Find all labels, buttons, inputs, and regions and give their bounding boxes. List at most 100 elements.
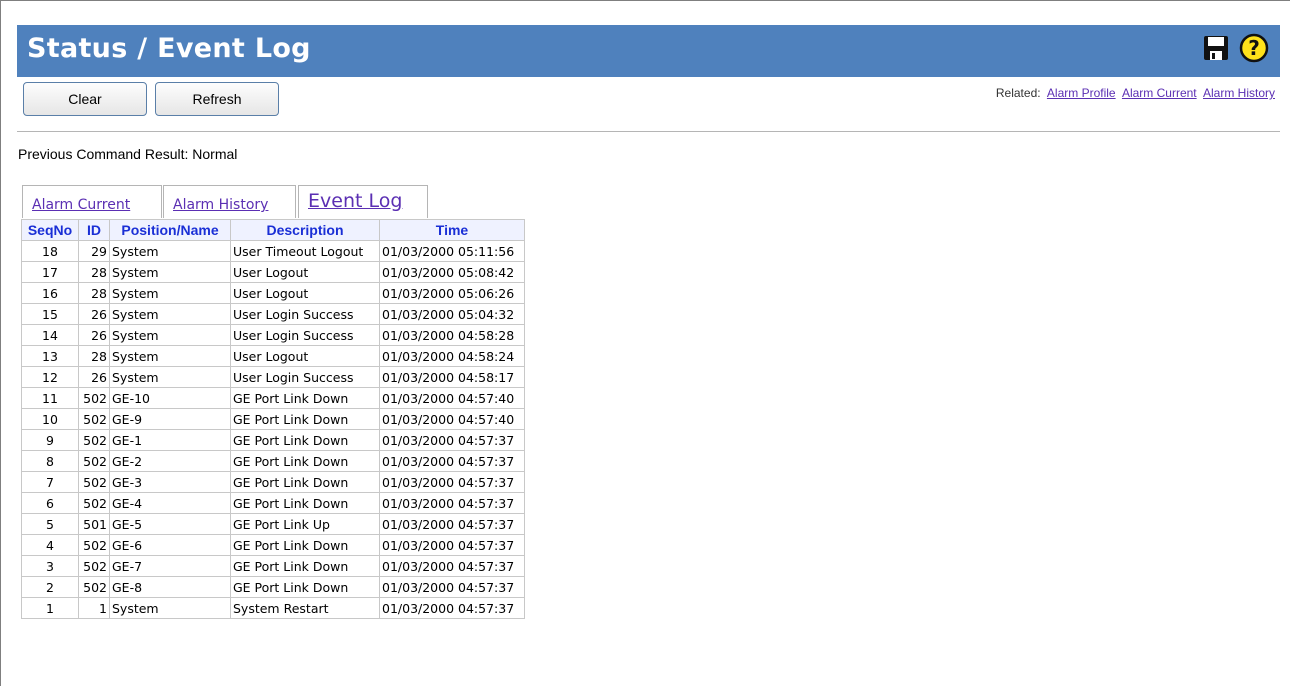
cell-position: System [109,345,231,367]
cell-description: User Logout [230,282,380,304]
cell-position: GE-10 [109,387,231,409]
cell-description: GE Port Link Down [230,387,380,409]
cell-id: 502 [78,408,110,430]
previous-command-result: Previous Command Result: Normal [18,146,238,162]
cell-description: GE Port Link Down [230,471,380,493]
cell-time: 01/03/2000 04:57:37 [379,534,525,556]
cell-description: User Logout [230,345,380,367]
cell-id: 26 [78,303,110,325]
cell-time: 01/03/2000 04:57:40 [379,387,525,409]
table-row: 5 501 GE-5 GE Port Link Up 01/03/2000 04:57:… [21,513,525,535]
table-row: 10 502 GE-9 GE Port Link Down 01/03/2000 04:… [21,408,525,430]
cell-seqno: 17 [21,261,79,283]
cell-description: GE Port Link Down [230,555,380,577]
cell-description: User Logout [230,261,380,283]
table-row: 18 29 System User Timeout Logout 01/03/2000 … [21,240,525,262]
cell-description: GE Port Link Down [230,576,380,598]
page-title: Status / Event Log [27,33,311,64]
cell-position: GE-1 [109,429,231,451]
cell-description: GE Port Link Down [230,450,380,472]
help-icon[interactable]: ? [1239,33,1269,63]
link-alarm-history[interactable]: Alarm History [1203,86,1275,100]
table-row: 17 28 System User Logout 01/03/2000 05:08:42 [21,261,525,283]
table-row: 8 502 GE-2 GE Port Link Down 01/03/2000 04:5… [21,450,525,472]
cell-position: GE-2 [109,450,231,472]
cell-position: GE-6 [109,534,231,556]
cell-seqno: 9 [21,429,79,451]
cell-position: System [109,282,231,304]
cell-position: GE-7 [109,555,231,577]
cell-position: GE-5 [109,513,231,535]
cell-id: 28 [78,261,110,283]
cell-seqno: 14 [21,324,79,346]
table-header-row: SeqNo ID Position/Name Description Time [21,219,525,241]
cell-id: 28 [78,345,110,367]
clear-button[interactable]: Clear [23,82,147,116]
cell-position: GE-9 [109,408,231,430]
save-icon[interactable] [1203,35,1229,61]
divider [17,131,1280,132]
cell-time: 01/03/2000 04:58:28 [379,324,525,346]
table-row: 3 502 GE-7 GE Port Link Down 01/03/2000 04:5… [21,555,525,577]
column-header-description[interactable]: Description [230,219,380,241]
cell-time: 01/03/2000 04:58:24 [379,345,525,367]
cell-id: 28 [78,282,110,304]
cell-time: 01/03/2000 04:57:37 [379,429,525,451]
column-header-id[interactable]: ID [78,219,110,241]
link-alarm-current[interactable]: Alarm Current [1122,86,1197,100]
cell-seqno: 2 [21,576,79,598]
cell-position: System [109,324,231,346]
tab-event-log[interactable]: Event Log [298,185,428,218]
cell-id: 501 [78,513,110,535]
cell-description: System Restart [230,597,380,619]
related-links: Related: Alarm Profile Alarm Current Ala… [996,86,1275,100]
cell-id: 26 [78,366,110,388]
cell-id: 502 [78,555,110,577]
cell-time: 01/03/2000 05:11:56 [379,240,525,262]
cell-id: 29 [78,240,110,262]
column-header-seqno[interactable]: SeqNo [21,219,79,241]
cell-seqno: 8 [21,450,79,472]
cell-time: 01/03/2000 04:57:37 [379,450,525,472]
cell-time: 01/03/2000 05:04:32 [379,303,525,325]
cell-id: 502 [78,576,110,598]
cell-position: System [109,303,231,325]
link-alarm-profile[interactable]: Alarm Profile [1047,86,1116,100]
cell-id: 502 [78,450,110,472]
cell-seqno: 13 [21,345,79,367]
table-row: 9 502 GE-1 GE Port Link Down 01/03/2000 04:5… [21,429,525,451]
cell-seqno: 18 [21,240,79,262]
svg-text:?: ? [1248,36,1260,60]
cell-id: 502 [78,471,110,493]
cell-time: 01/03/2000 04:57:37 [379,555,525,577]
cell-description: GE Port Link Down [230,408,380,430]
cell-time: 01/03/2000 05:06:26 [379,282,525,304]
tab-alarm-history[interactable]: Alarm History [163,185,296,218]
table-row: 2 502 GE-8 GE Port Link Down 01/03/2000 04:5… [21,576,525,598]
cell-time: 01/03/2000 04:58:17 [379,366,525,388]
title-bar: Status / Event Log ? [17,25,1280,77]
column-header-time[interactable]: Time [379,219,525,241]
cell-seqno: 1 [21,597,79,619]
cell-seqno: 15 [21,303,79,325]
table-row: 11 502 GE-10 GE Port Link Down 01/03/2000 04… [21,387,525,409]
event-log-table: SeqNo ID Position/Name Description Time … [21,219,525,619]
cell-position: GE-8 [109,576,231,598]
cell-time: 01/03/2000 04:57:40 [379,408,525,430]
cell-description: User Login Success [230,324,380,346]
refresh-button[interactable]: Refresh [155,82,279,116]
table-row: 1 1 System System Restart 01/03/2000 04:57:3… [21,597,525,619]
cell-id: 502 [78,387,110,409]
table-row: 4 502 GE-6 GE Port Link Down 01/03/2000 04:5… [21,534,525,556]
column-header-position[interactable]: Position/Name [109,219,231,241]
table-row: 13 28 System User Logout 01/03/2000 04:58:24 [21,345,525,367]
tab-alarm-current[interactable]: Alarm Current [22,185,162,218]
table-row: 6 502 GE-4 GE Port Link Down 01/03/2000 04:5… [21,492,525,514]
cell-description: User Login Success [230,303,380,325]
cell-position: GE-3 [109,471,231,493]
cell-seqno: 3 [21,555,79,577]
cell-id: 502 [78,492,110,514]
cell-time: 01/03/2000 04:57:37 [379,492,525,514]
table-row: 7 502 GE-3 GE Port Link Down 01/03/2000 04:5… [21,471,525,493]
cell-time: 01/03/2000 04:57:37 [379,576,525,598]
